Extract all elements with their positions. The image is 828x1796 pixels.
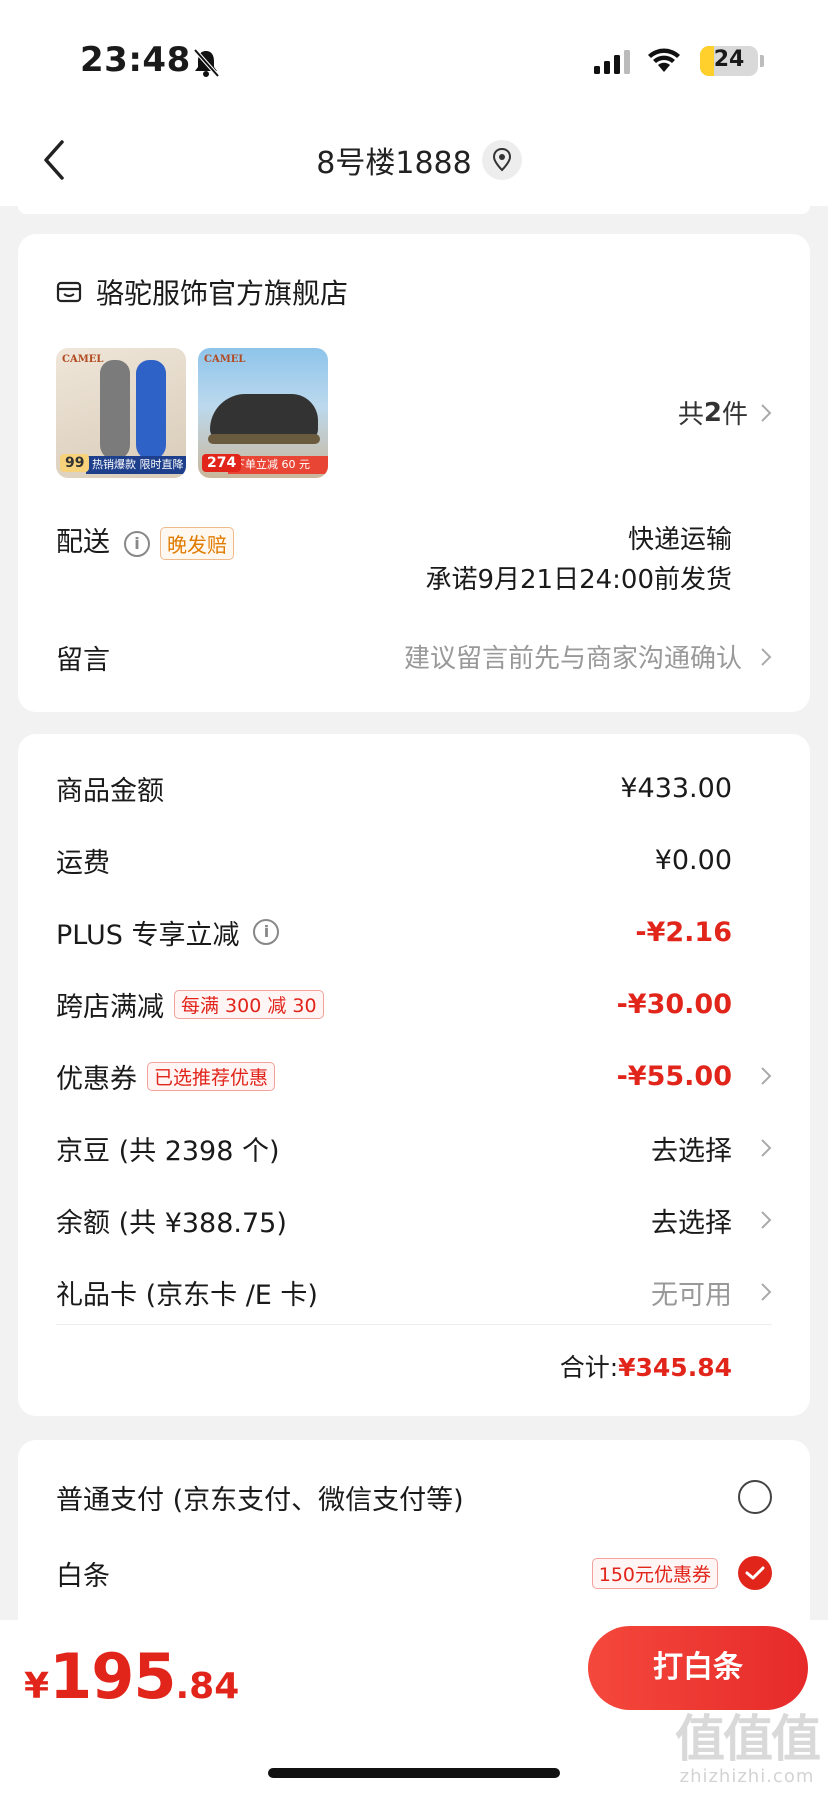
total-label: 合计: <box>559 1353 619 1382</box>
address-card-bottom <box>18 206 810 214</box>
battery-cap <box>760 55 764 67</box>
watermark-logo: 值值值 <box>675 1709 821 1768</box>
payment-option-label: 白条 <box>56 1560 110 1592</box>
brand-logo: CAMEL <box>62 354 104 365</box>
radio-button[interactable] <box>738 1480 772 1514</box>
thumbnail-price: 99 <box>60 454 90 472</box>
battery-icon: 24 <box>700 46 758 76</box>
row-value: ¥0.00 <box>654 844 732 876</box>
pay-with-baitiao-button[interactable]: 打白条 <box>588 1626 808 1710</box>
total-row: 合计:¥345.84 <box>560 1348 732 1384</box>
status-bar: 23:48 24 <box>0 0 828 120</box>
row-label: 优惠券 <box>56 1063 137 1095</box>
info-icon[interactable]: i <box>253 919 280 945</box>
row-label: 跨店满减 <box>56 991 164 1023</box>
gift-card-row[interactable]: 礼品卡 (京东卡 /E 卡) 无可用 <box>56 1270 772 1314</box>
plus-discount-row: PLUS 专享立减 i -¥2.16 <box>56 910 772 954</box>
store-name: 骆驼服饰官方旗舰店 <box>96 277 349 310</box>
thumbnail-price: 274 <box>202 454 242 472</box>
row-label: 商品金额 <box>56 775 164 807</box>
price-summary-card: 商品金额 ¥433.00 运费 ¥0.00 PLUS 专享立减 i -¥2.16 … <box>18 734 810 1416</box>
payable-amount: ¥ 195 .84 <box>24 1640 239 1713</box>
remark-label: 留言 <box>56 645 110 676</box>
nav-bar: 8号楼1888 <box>0 120 828 206</box>
row-label: 礼品卡 (京东卡 /E 卡) <box>56 1279 318 1311</box>
info-icon[interactable]: i <box>124 530 150 557</box>
insole-grey <box>100 360 130 460</box>
coupon-tag: 150元优惠券 <box>591 1557 718 1589</box>
shipping-row: 运费 ¥0.00 <box>56 838 772 882</box>
total-amount: ¥345.84 <box>618 1353 732 1382</box>
delivery-promise: 承诺9月21日24:00前发货 <box>425 565 732 595</box>
delivery-row: 配送 i 晚发赔 <box>56 520 234 560</box>
chevron-right-icon <box>761 1283 772 1301</box>
count-number: 2 <box>703 397 722 428</box>
insole-blue <box>136 360 166 460</box>
chevron-right-icon <box>761 647 772 666</box>
late-compensation-tag: 晚发赔 <box>160 527 234 560</box>
row-label: 运费 <box>56 847 110 879</box>
row-value: -¥55.00 <box>616 1060 732 1092</box>
signal-icon <box>594 50 630 74</box>
watermark-url: zhizhizhi.com <box>679 1766 815 1787</box>
row-value: -¥2.16 <box>635 916 732 948</box>
watermark: 值值值 zhizhizhi.com <box>672 1709 822 1788</box>
status-time: 23:48 <box>80 40 191 80</box>
delivery-info: 快递运输 承诺9月21日24:00前发货 <box>425 520 732 600</box>
store-icon <box>56 281 82 303</box>
home-indicator <box>268 1768 560 1778</box>
row-value: 去选择 <box>651 1207 732 1239</box>
delivery-method: 快递运输 <box>627 525 732 555</box>
brand-logo: CAMEL <box>204 354 246 365</box>
address-title[interactable]: 8号楼1888 <box>0 138 828 182</box>
row-value: -¥30.00 <box>616 988 732 1020</box>
delivery-label: 配送 <box>56 527 110 558</box>
jingdou-row[interactable]: 京豆 (共 2398 个) 去选择 <box>56 1126 772 1170</box>
chevron-right-icon <box>761 1139 772 1157</box>
wifi-icon <box>648 48 680 72</box>
currency-symbol: ¥ <box>24 1666 50 1707</box>
row-value: 去选择 <box>651 1135 732 1167</box>
remark-input[interactable]: 建议留言前先与商家沟通确认 <box>404 638 772 675</box>
count-suffix: 件 <box>721 400 748 430</box>
product-thumbnail-shoe[interactable]: CAMEL 下单立减 60 元 274 <box>198 348 328 478</box>
store-header[interactable]: 骆驼服饰官方旗舰店 <box>56 272 348 312</box>
battery-level: 24 <box>713 47 745 72</box>
row-label: PLUS 专享立减 <box>56 919 240 951</box>
row-label: 京豆 (共 2398 个) <box>56 1135 280 1167</box>
product-thumbnail-insole[interactable]: CAMEL 热销爆款 限时直降 99 <box>56 348 186 478</box>
coupon-tag: 已选推荐优惠 <box>147 1061 276 1091</box>
bell-muted-icon <box>193 48 220 78</box>
checkmark-icon[interactable] <box>738 1556 772 1590</box>
promo-strip: 热销爆款 限时直降 <box>86 456 186 474</box>
chevron-right-icon <box>761 403 772 422</box>
goods-amount-row: 商品金额 ¥433.00 <box>56 766 772 810</box>
payment-option-normal[interactable]: 普通支付 (京东支付、微信支付等) <box>56 1472 772 1522</box>
bottom-checkout-bar: ¥ 195 .84 打白条 值值值 zhizhizhi.com <box>0 1620 828 1796</box>
discount-tag: 每满 300 减 30 <box>174 989 324 1019</box>
item-count-link[interactable]: 共2件 <box>678 394 772 431</box>
price-decimal: .84 <box>175 1666 240 1707</box>
promo-strip: 下单立减 60 元 <box>228 456 328 474</box>
remark-placeholder: 建议留言前先与商家沟通确认 <box>403 644 742 674</box>
store-card: 骆驼服饰官方旗舰店 CAMEL 热销爆款 限时直降 99 CAMEL 下单立减 … <box>18 234 810 712</box>
payment-option-label: 普通支付 (京东支付、微信支付等) <box>56 1484 464 1516</box>
row-value: ¥433.00 <box>620 772 732 804</box>
divider <box>56 1324 772 1325</box>
balance-row[interactable]: 余额 (共 ¥388.75) 去选择 <box>56 1198 772 1242</box>
price-integer: 195 <box>49 1640 176 1713</box>
chevron-right-icon <box>761 1211 772 1229</box>
location-pin-icon[interactable] <box>482 140 522 180</box>
count-prefix: 共 <box>677 400 704 430</box>
payment-option-baitiao[interactable]: 白条 150元优惠券 <box>56 1548 772 1598</box>
row-label: 余额 (共 ¥388.75) <box>56 1207 287 1239</box>
coupon-row[interactable]: 优惠券 已选推荐优惠 -¥55.00 <box>56 1054 772 1098</box>
shoe-sole <box>208 434 320 444</box>
row-value: 无可用 <box>651 1279 732 1311</box>
chevron-right-icon <box>761 1067 772 1085</box>
cross-store-discount-row: 跨店满减 每满 300 减 30 -¥30.00 <box>56 982 772 1026</box>
